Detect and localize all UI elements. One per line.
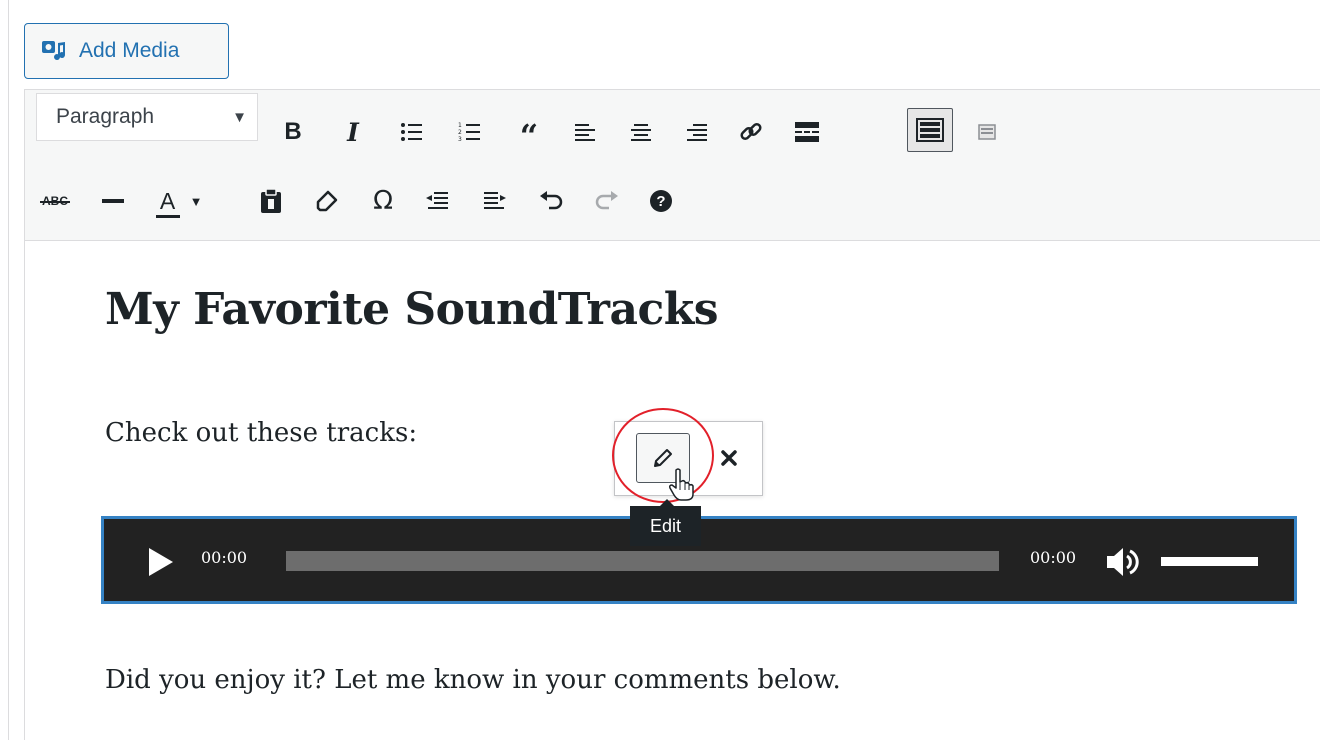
toolbar-toggle-button[interactable]: [907, 108, 953, 152]
post-heading: My Favorite SoundTracks: [105, 284, 719, 335]
toolbar-toggle-icon: [916, 118, 944, 142]
distraction-free-button[interactable]: [967, 112, 1007, 152]
align-center-button[interactable]: [621, 112, 661, 152]
chevron-down-icon: ▼: [232, 109, 247, 126]
link-button[interactable]: [731, 112, 771, 152]
link-icon: [740, 122, 762, 141]
progress-rail[interactable]: [286, 551, 999, 571]
outdent-icon: [426, 192, 448, 209]
edit-tooltip: Edit: [630, 499, 701, 546]
play-icon[interactable]: [145, 546, 175, 578]
tooltip-label: Edit: [649, 515, 682, 536]
align-left-button[interactable]: [565, 112, 605, 152]
format-select[interactable]: Paragraph ▼: [36, 93, 258, 141]
blockquote-button[interactable]: “: [509, 112, 549, 155]
help-symbol: ?: [656, 192, 666, 210]
undo-icon: [540, 191, 563, 210]
help-button[interactable]: ?: [641, 181, 681, 221]
redo-icon: [595, 191, 618, 210]
align-left-icon: [575, 124, 595, 141]
numbered-list-button[interactable]: 123: [449, 112, 489, 152]
add-media-label: Add Media: [79, 39, 180, 62]
add-media-button[interactable]: Add Media: [24, 23, 229, 79]
italic-icon: I: [347, 117, 359, 147]
bullet-list-icon: [401, 123, 422, 141]
special-character-button[interactable]: Ω: [363, 181, 403, 221]
horizontal-line-button[interactable]: [93, 181, 133, 221]
blockquote-icon: “: [519, 117, 539, 155]
read-more-button[interactable]: [787, 112, 827, 152]
editor-frame: Add Media Paragraph ▼ B I 123 “ A ▼ Ω ? …: [8, 0, 1320, 741]
clear-formatting-button[interactable]: [307, 181, 347, 221]
paste-text-icon: [261, 189, 281, 213]
strikethrough-button[interactable]: ABC: [35, 181, 75, 221]
outdent-button[interactable]: [417, 181, 457, 221]
highlight-circle: [612, 408, 714, 503]
svg-text:2: 2: [458, 129, 462, 136]
help-icon: ?: [650, 190, 672, 212]
undo-button[interactable]: [531, 181, 571, 221]
total-time: 00:00: [1030, 548, 1077, 567]
paste-text-button[interactable]: [251, 181, 291, 221]
hand-cursor-icon: [669, 468, 694, 501]
editor-toolbar: Paragraph ▼ B I 123 “ A ▼ Ω ?: [25, 90, 1320, 241]
media-icon: [41, 38, 67, 64]
redo-button[interactable]: [587, 181, 627, 221]
strikethrough-icon: ABC: [40, 194, 70, 208]
align-center-icon: [631, 124, 651, 141]
align-right-button[interactable]: [677, 112, 717, 152]
indent-button[interactable]: [475, 181, 515, 221]
text-color-letter: A: [159, 187, 176, 214]
current-time: 00:00: [201, 548, 248, 567]
horizontal-line-icon: [102, 199, 124, 203]
format-select-value: Paragraph: [56, 105, 155, 128]
volume-icon[interactable]: [1105, 545, 1139, 579]
bold-icon: B: [284, 118, 302, 145]
text-color-icon: A: [155, 187, 180, 218]
numbered-list-icon: 123: [458, 122, 480, 143]
close-icon: [721, 450, 737, 466]
align-right-icon: [687, 124, 707, 141]
indent-icon: [484, 192, 506, 209]
bold-button[interactable]: B: [273, 112, 313, 152]
clear-formatting-icon: [316, 190, 338, 212]
svg-text:3: 3: [458, 136, 462, 143]
chevron-down-icon: ▼: [189, 193, 203, 209]
text-color-button[interactable]: A ▼: [149, 181, 209, 221]
svg-text:1: 1: [458, 122, 462, 129]
distraction-free-icon: [978, 124, 996, 140]
italic-button[interactable]: I: [333, 112, 373, 152]
read-more-icon: [795, 122, 819, 142]
outro-paragraph: Did you enjoy it? Let me know in your co…: [105, 665, 841, 695]
media-buttons-bar: Add Media: [9, 0, 1320, 89]
special-character-icon: Ω: [373, 186, 393, 216]
volume-slider[interactable]: [1161, 557, 1258, 566]
bullet-list-button[interactable]: [391, 112, 431, 152]
intro-paragraph: Check out these tracks:: [105, 418, 418, 448]
